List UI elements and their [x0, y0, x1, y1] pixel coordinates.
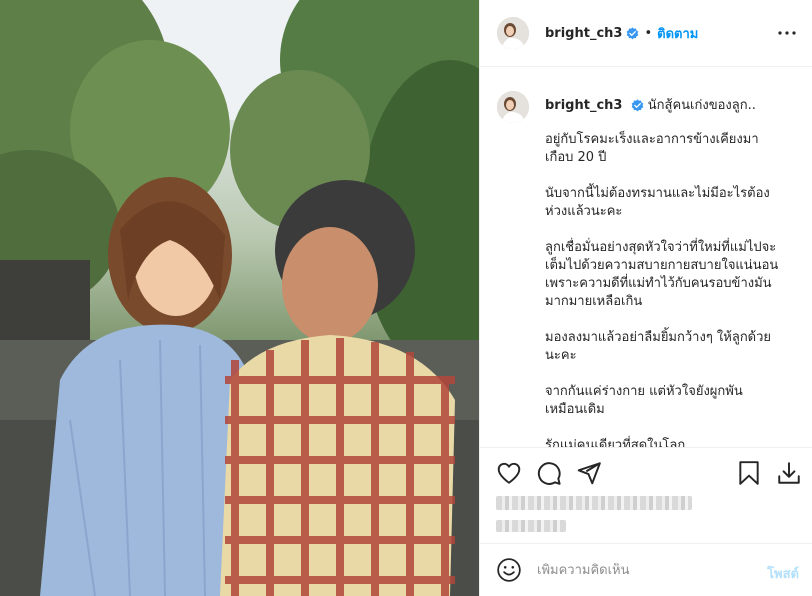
caption-paragraph: อยู่กับโรคมะเร็งและอาการข้างเคียงมา เกือ…	[545, 132, 759, 165]
verified-badge-icon	[627, 26, 639, 39]
share-icon[interactable]	[576, 460, 602, 486]
download-icon[interactable]	[776, 460, 802, 486]
add-comment-bar: โพสต์	[480, 543, 812, 596]
caption-username[interactable]: bright_ch3	[545, 98, 622, 113]
emoji-icon[interactable]	[496, 557, 522, 583]
separator-dot: •	[644, 25, 653, 41]
comment-input[interactable]	[537, 562, 747, 578]
caption-body: อยู่กับโรคมะเร็งและอาการข้างเคียงมา เกือ…	[545, 131, 797, 447]
follow-button[interactable]: ติดตาม	[657, 23, 698, 44]
caption-header: bright_ch3 นักสู้คนเก่งของลูก..	[545, 91, 756, 115]
username-link[interactable]: bright_ch3	[545, 26, 622, 41]
avatar-image	[497, 17, 529, 49]
bookmark-icon[interactable]	[736, 460, 762, 486]
caption-row: bright_ch3 นักสู้คนเก่งของลูก..	[497, 91, 797, 123]
post-side-panel: bright_ch3 • ติดตาม bright_ch3 นักสู้คนเ…	[479, 0, 812, 596]
post-header: bright_ch3 • ติดตาม	[480, 0, 812, 67]
post-photo[interactable]	[0, 0, 479, 596]
heart-icon[interactable]	[496, 460, 522, 486]
action-bar	[480, 447, 812, 547]
more-options-icon[interactable]	[777, 23, 797, 43]
caption-paragraph: ลูกเชื่อมั่นอย่างสุดหัวใจว่าที่ใหม่ที่แม…	[545, 240, 779, 309]
verified-badge-icon	[631, 99, 643, 112]
caption-first-line: นักสู้คนเก่งของลูก..	[647, 98, 756, 113]
comment-icon[interactable]	[536, 460, 562, 486]
caption-paragraph: รักแม่คนเดียวที่สุดในโลก	[545, 438, 686, 447]
post-comment-button[interactable]: โพสต์	[767, 563, 799, 584]
caption-paragraph: มองลงมาแล้วอย่าลืมยิ้มกว้างๆ ให้ลูกด้วย …	[545, 330, 772, 363]
caption-section: bright_ch3 นักสู้คนเก่งของลูก.. อยู่กับโ…	[480, 67, 812, 447]
caption-paragraph: นับจากนี้ไม่ต้องทรมานและไม่มีอะไรต้อง ห่…	[545, 186, 770, 219]
caption-paragraph: จากกันแค่ร่างกาย แต่หัวใจยังผูกพัน เหมือ…	[545, 384, 743, 417]
avatar-image	[497, 91, 529, 123]
timestamp-blurred	[496, 520, 566, 532]
caption-avatar[interactable]	[497, 91, 529, 123]
instagram-post: bright_ch3 • ติดตาม bright_ch3 นักสู้คนเ…	[0, 0, 812, 596]
photo-illustration	[0, 0, 479, 596]
likes-count-blurred	[496, 496, 692, 510]
avatar[interactable]	[497, 17, 529, 49]
